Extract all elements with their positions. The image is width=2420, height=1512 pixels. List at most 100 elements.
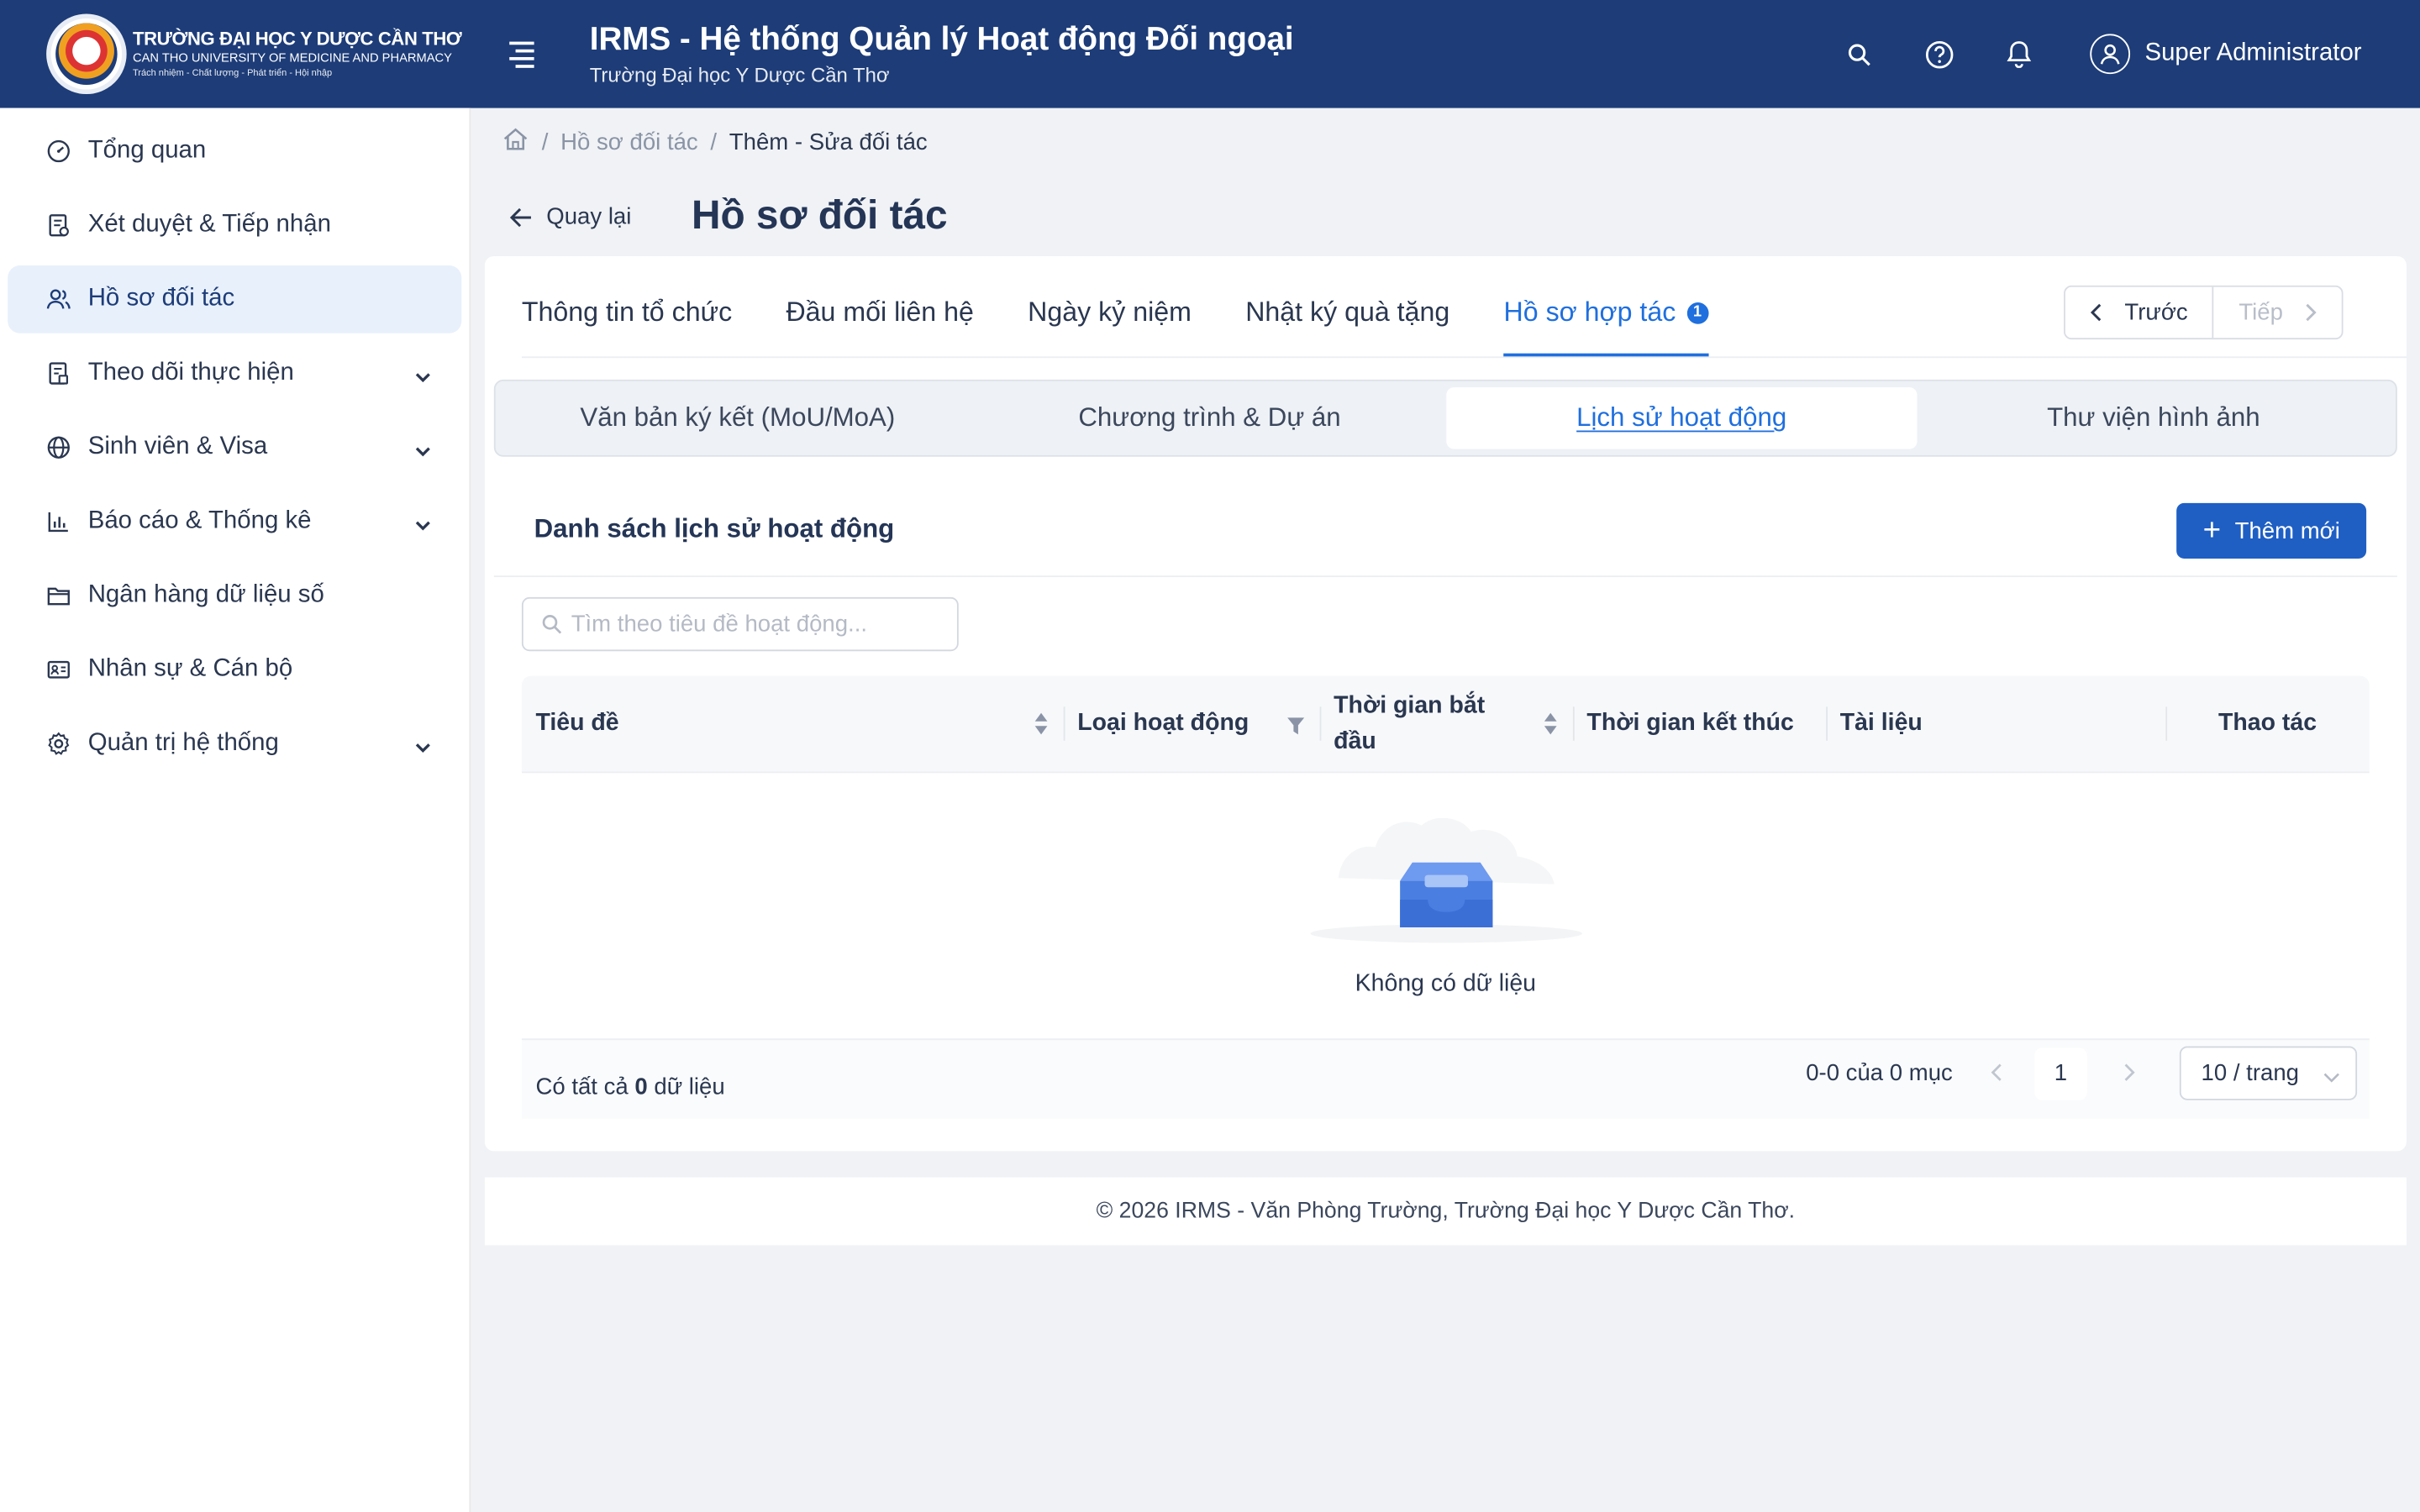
chevron-down-icon [415, 733, 430, 761]
sidebar-item-label: Hồ sơ đối tác [87, 285, 235, 312]
subtab-photo-library[interactable]: Thư viện hình ảnh [1918, 387, 2390, 449]
tab-contacts[interactable]: Đầu mối liên hệ [786, 297, 973, 357]
search-icon [542, 615, 562, 634]
sidebar-item-label: Báo cáo & Thống kê [87, 507, 312, 534]
sort-icon[interactable] [1034, 711, 1049, 743]
back-label: Quay lại [546, 203, 632, 230]
breadcrumb: / Hồ sơ đối tác / Thêm - Sửa đối tác [502, 127, 928, 158]
breadcrumb-separator: / [541, 129, 549, 155]
sidebar-item-dashboard[interactable]: Tổng quan [8, 118, 461, 186]
help-icon[interactable] [1924, 39, 1955, 70]
tab-gift-log[interactable]: Nhật ký quà tặng [1245, 297, 1449, 357]
chevron-down-icon [415, 511, 430, 538]
breadcrumb-current: Thêm - Sửa đối tác [729, 129, 928, 155]
subtab-programs-projects[interactable]: Chương trình & Dự án [974, 387, 1446, 449]
approval-icon [46, 213, 71, 238]
sidebar-item-admin[interactable]: Quản trị hệ thống [8, 710, 461, 778]
sidebar-item-label: Nhân sự & Cán bộ [87, 655, 293, 682]
page-size-select[interactable]: 10 / trang [2179, 1046, 2358, 1100]
filter-icon[interactable] [1287, 714, 1305, 742]
column-label: Thời gian kết thúc [1586, 710, 1794, 737]
page-prev-icon[interactable] [1991, 1062, 2002, 1089]
sidebar-item-students-visa[interactable]: Sinh viên & Visa [8, 413, 461, 481]
table-header: Tiêu đề Loại hoạt động Thời gian bắt đầu… [521, 675, 2370, 774]
breadcrumb-separator: / [710, 129, 718, 155]
sort-icon[interactable] [1544, 711, 1558, 747]
page-title: Hồ sơ đối tác [691, 191, 948, 238]
id-card-icon [46, 658, 71, 682]
menu-toggle-icon[interactable] [509, 40, 540, 67]
sidebar-item-label: Ngân hàng dữ liệu số [87, 581, 324, 608]
next-button[interactable]: Tiếp [2212, 286, 2342, 339]
partner-profile-card: Thông tin tổ chức Đầu mối liên hệ Ngày k… [484, 255, 2407, 1152]
logo-motto: Trách nhiệm - Chất lượng - Phát triển - … [132, 69, 333, 79]
total-suffix: dữ liệu [654, 1074, 725, 1100]
column-label: Tiêu đề [535, 710, 619, 737]
previous-button[interactable]: Trước [2066, 287, 2212, 339]
column-documents: Tài liệu [1826, 675, 2165, 773]
bell-icon[interactable] [2004, 39, 2035, 70]
empty-box-icon [1309, 817, 1582, 943]
sidebar-item-label: Xét duyệt & Tiếp nhận [87, 211, 331, 238]
sidebar-item-reports[interactable]: Báo cáo & Thống kê [8, 487, 461, 555]
tab-anniversaries[interactable]: Ngày kỷ niệm [1028, 297, 1192, 357]
plus-icon: + [2202, 513, 2222, 549]
column-actions: Thao tác [2165, 675, 2369, 773]
home-icon[interactable] [502, 127, 529, 158]
sidebar: Tổng quan Xét duyệt & Tiếp nhận Hồ sơ đố… [0, 108, 471, 1512]
sidebar-item-approval[interactable]: Xét duyệt & Tiếp nhận [8, 192, 461, 260]
app-root: TRƯỜNG ĐẠI HỌC Y DƯỢC CẦN THƠ CAN THO UN… [0, 0, 2420, 1512]
column-start-time[interactable]: Thời gian bắt đầu [1319, 675, 1573, 773]
empty-state: Không có dữ liệu [522, 773, 2370, 1038]
breadcrumb-link-partners[interactable]: Hồ sơ đối tác [560, 129, 698, 155]
total-number: 0 [634, 1074, 648, 1100]
tab-cooperation-profile[interactable]: Hồ sơ hợp tác 1 [1503, 296, 1708, 357]
sidebar-item-label: Theo dõi thực hiện [87, 360, 294, 386]
chart-icon [46, 509, 71, 533]
list-title: Danh sách lịch sử hoạt động [534, 513, 895, 543]
column-label: Thao tác [2217, 710, 2317, 737]
search-box [521, 596, 959, 652]
activity-table: Tiêu đề Loại hoạt động Thời gian bắt đầu… [521, 675, 2370, 1039]
sidebar-item-tracking[interactable]: Theo dõi thực hiện [8, 339, 461, 407]
table-footer: Có tất cả 0 dữ liệu 0-0 của 0 mục 1 10 /… [521, 1038, 2370, 1119]
university-logo[interactable]: TRƯỜNG ĐẠI HỌC Y DƯỢC CẦN THƠ CAN THO UN… [0, 13, 463, 95]
sidebar-item-partners[interactable]: Hồ sơ đối tác [8, 265, 462, 333]
column-label: Thời gian bắt đầu [1334, 692, 1486, 755]
partners-icon [46, 287, 71, 312]
previous-label: Trước [2124, 299, 2188, 326]
column-label: Tài liệu [1839, 710, 1923, 737]
subtab-activity-history[interactable]: Lịch sử hoạt động [1445, 387, 1918, 449]
tab-label: Hồ sơ hợp tác [1503, 296, 1676, 328]
add-new-button[interactable]: + Thêm mới [2176, 502, 2367, 559]
page-footer: © 2026 IRMS - Văn Phòng Trường, Trường Đ… [484, 1177, 2407, 1246]
sidebar-item-label: Quản trị hệ thống [87, 729, 279, 757]
main-tabs: Thông tin tổ chức Đầu mối liên hệ Ngày k… [521, 256, 2407, 359]
chevron-left-icon [2091, 303, 2102, 322]
arrow-left-icon [509, 207, 531, 227]
back-button[interactable]: Quay lại [509, 203, 632, 230]
folder-icon [46, 583, 71, 607]
column-title[interactable]: Tiêu đề [522, 675, 1064, 773]
search-input[interactable] [571, 611, 942, 638]
sidebar-item-label: Sinh viên & Visa [87, 433, 268, 460]
range-text: 0-0 của 0 mục [1806, 1060, 1953, 1087]
column-activity-type[interactable]: Loại hoạt động [1063, 675, 1320, 773]
gear-icon [46, 732, 71, 756]
logo-text: TRƯỜNG ĐẠI HỌC Y DƯỢC CẦN THƠ CAN THO UN… [132, 27, 462, 79]
page-number[interactable]: 1 [2034, 1047, 2087, 1100]
chevron-down-icon [2323, 1063, 2340, 1089]
chevron-down-icon [415, 363, 430, 391]
search-icon[interactable] [1844, 39, 1875, 70]
page-next-icon[interactable] [2124, 1062, 2135, 1089]
logo-name: TRƯỜNG ĐẠI HỌC Y DƯỢC CẦN THƠ [132, 27, 462, 50]
sidebar-item-label: Tổng quan [87, 137, 207, 164]
sidebar-item-data-bank[interactable]: Ngân hàng dữ liệu số [8, 562, 461, 630]
top-header: TRƯỜNG ĐẠI HỌC Y DƯỢC CẦN THƠ CAN THO UN… [0, 0, 2420, 108]
sidebar-item-staff[interactable]: Nhân sự & Cán bộ [8, 636, 461, 704]
user-menu[interactable]: Super Administrator [2091, 34, 2362, 75]
tab-organization-info[interactable]: Thông tin tổ chức [522, 297, 732, 357]
total-prefix: Có tất cả [535, 1074, 629, 1100]
subtab-agreements[interactable]: Văn bản ký kết (MoU/MoA) [502, 387, 974, 449]
logo-emblem-icon [46, 13, 127, 95]
